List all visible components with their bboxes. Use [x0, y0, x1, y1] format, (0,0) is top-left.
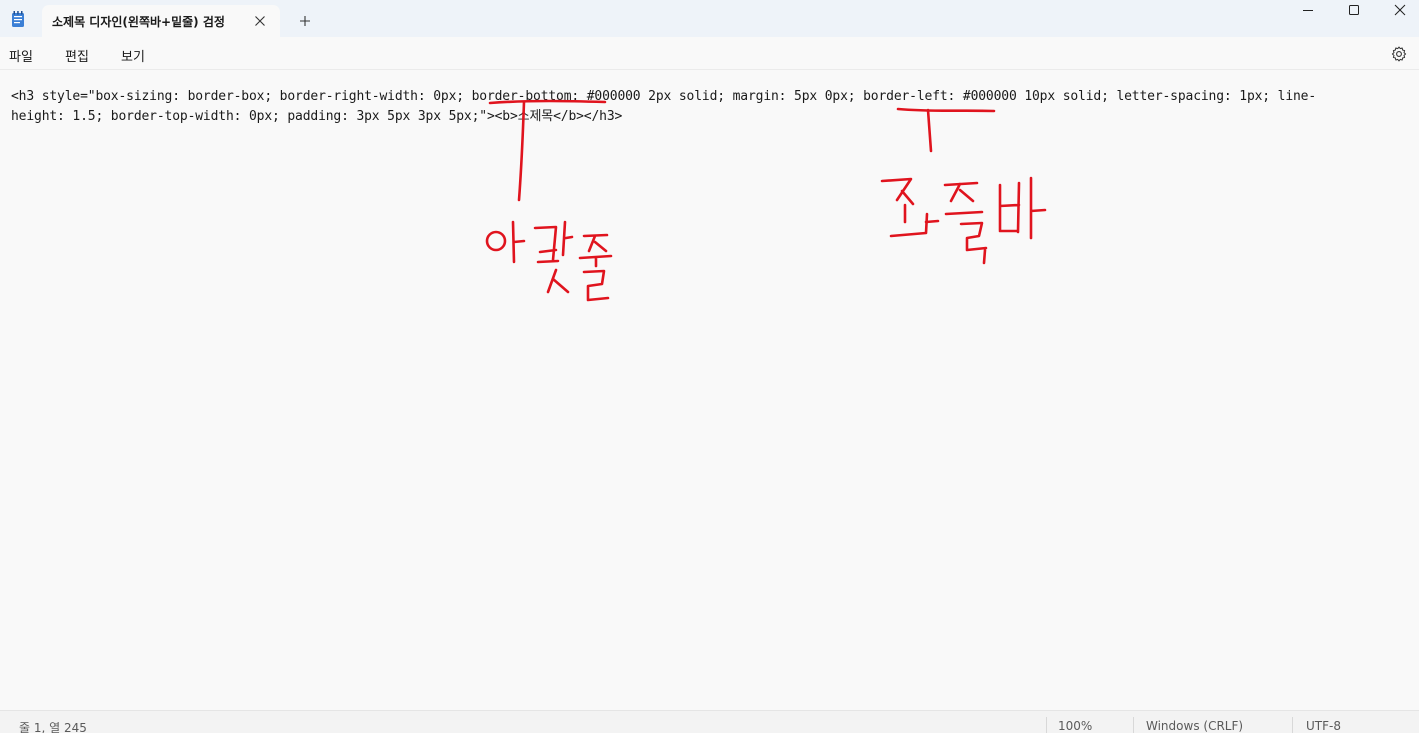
notepad-icon: [12, 11, 24, 27]
text-editor[interactable]: <h3 style="box-sizing: border-box; borde…: [0, 70, 1419, 710]
menu-bar: 파일 편집 보기: [0, 37, 1419, 70]
status-cursor-position: 줄 1, 열 245: [19, 721, 87, 733]
minimize-icon[interactable]: [1285, 0, 1331, 22]
editor-content[interactable]: <h3 style="box-sizing: border-box; borde…: [11, 87, 1411, 127]
tab-title: 소제목 디자인(왼쪽바+밑줄) 검정: [52, 15, 225, 29]
code-line-1: <h3 style="box-sizing: border-box; borde…: [11, 89, 1317, 104]
menu-file[interactable]: 파일: [9, 46, 33, 65]
title-bar: 소제목 디자인(왼쪽바+밑줄) 검정: [0, 0, 1419, 37]
maximize-icon[interactable]: [1331, 0, 1377, 22]
document-tab[interactable]: 소제목 디자인(왼쪽바+밑줄) 검정: [42, 5, 280, 37]
status-line-ending[interactable]: Windows (CRLF): [1146, 719, 1243, 733]
menu-edit[interactable]: 편집: [65, 46, 89, 65]
status-divider: [1292, 717, 1293, 733]
plus-icon[interactable]: [296, 12, 314, 30]
close-icon[interactable]: [251, 12, 269, 30]
status-bar: 줄 1, 열 245 100% Windows (CRLF) UTF-8: [0, 710, 1419, 733]
status-divider: [1133, 717, 1134, 733]
status-encoding[interactable]: UTF-8: [1306, 719, 1341, 733]
status-divider: [1046, 717, 1047, 733]
gear-icon[interactable]: [1390, 45, 1408, 63]
status-zoom[interactable]: 100%: [1058, 719, 1092, 733]
close-window-icon[interactable]: [1377, 0, 1419, 22]
code-line-2: height: 1.5; border-top-width: 0px; padd…: [11, 109, 623, 124]
menu-view[interactable]: 보기: [121, 46, 145, 65]
